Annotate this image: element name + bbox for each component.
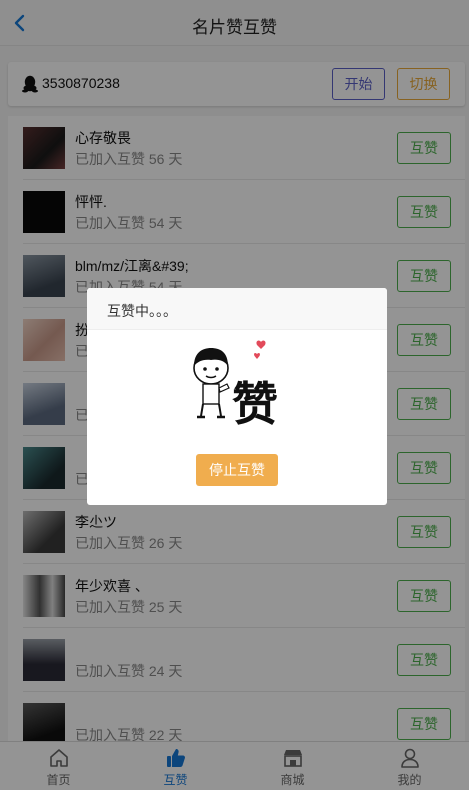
mutual-like-progress-dialog: 互赞中。。。 赞 停止互赞 xyxy=(87,288,387,505)
stop-mutual-like-button[interactable]: 停止互赞 xyxy=(196,454,278,486)
dialog-title: 互赞中。。。 xyxy=(107,303,177,319)
sticker-text: 赞 xyxy=(232,377,278,431)
dialog-header: 互赞中。。。 xyxy=(87,288,387,330)
like-sticker-image: 赞 xyxy=(193,340,278,431)
